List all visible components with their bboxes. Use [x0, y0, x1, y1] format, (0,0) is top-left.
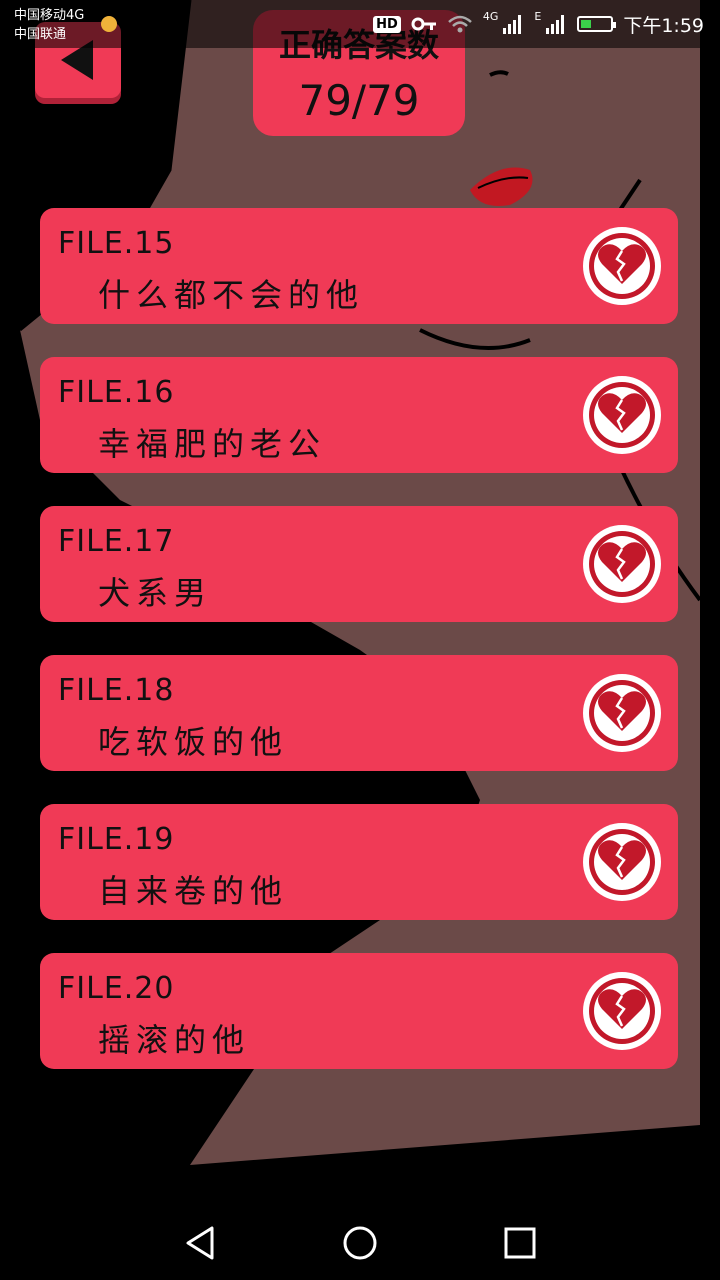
file-number: FILE.15 [58, 226, 175, 261]
file-card-17[interactable]: FILE.17 犬系男 [40, 506, 678, 622]
home-nav-icon[interactable] [341, 1224, 379, 1262]
file-title: 自来卷的他 [98, 872, 289, 910]
status-bar: 中国移动4G 中国联通 HD 4G E 下午1:59 [0, 0, 720, 48]
file-title: 幸福肥的老公 [98, 425, 327, 463]
score-value: 79/79 [298, 76, 420, 125]
navigation-bar [0, 1204, 720, 1280]
file-title: 吃软饭的他 [98, 723, 289, 761]
wifi-icon [448, 15, 472, 33]
back-nav-icon[interactable] [182, 1224, 220, 1262]
signal-icon [503, 15, 522, 34]
file-title: 犬系男 [98, 574, 213, 612]
file-list: FILE.15 什么都不会的他 FILE.16 幸福肥的老公 FILE.17 犬… [40, 208, 678, 1102]
file-number: FILE.18 [58, 673, 175, 708]
file-card-16[interactable]: FILE.16 幸福肥的老公 [40, 357, 678, 473]
recents-nav-icon[interactable] [501, 1224, 539, 1262]
notification-dot-icon [101, 16, 117, 32]
broken-heart-icon [583, 823, 661, 901]
mobile-tag-2: E [534, 10, 542, 23]
carrier-info: 中国移动4G 中国联通 [14, 6, 84, 44]
file-card-20[interactable]: FILE.20 摇滚的他 [40, 953, 678, 1069]
file-number: FILE.17 [58, 524, 175, 559]
carrier-2: 中国联通 [14, 27, 67, 42]
broken-heart-icon [583, 227, 661, 305]
file-number: FILE.16 [58, 375, 175, 410]
file-number: FILE.20 [58, 971, 175, 1006]
file-card-19[interactable]: FILE.19 自来卷的他 [40, 804, 678, 920]
file-title: 什么都不会的他 [98, 276, 365, 314]
signal-icon [546, 15, 565, 34]
battery-icon [577, 16, 617, 32]
file-card-15[interactable]: FILE.15 什么都不会的他 [40, 208, 678, 324]
clock: 下午1:59 [623, 14, 704, 37]
battery-fill [581, 20, 592, 28]
broken-heart-icon [583, 972, 661, 1050]
broken-heart-icon [583, 376, 661, 454]
file-title: 摇滚的他 [98, 1021, 251, 1059]
broken-heart-icon [583, 525, 661, 603]
broken-heart-icon [583, 674, 661, 752]
carrier-1: 中国移动4G [14, 8, 85, 23]
mobile-tag-1: 4G [482, 10, 499, 23]
hd-badge: HD [373, 15, 401, 33]
key-icon [411, 17, 436, 31]
file-number: FILE.19 [58, 822, 175, 857]
status-icons: HD 4G E 下午1:59 [373, 10, 704, 38]
file-card-18[interactable]: FILE.18 吃软饭的他 [40, 655, 678, 771]
